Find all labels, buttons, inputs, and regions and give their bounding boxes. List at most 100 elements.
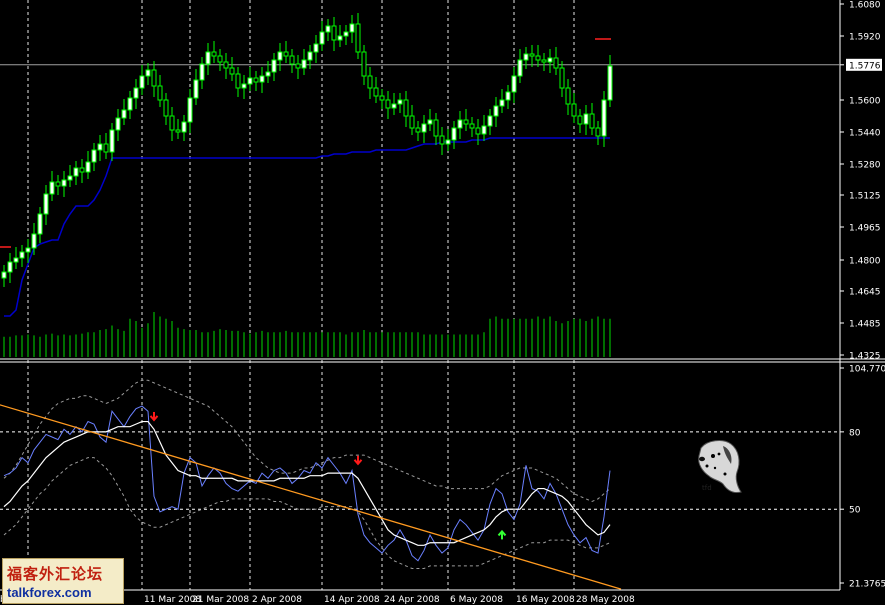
watermark-site-text: talkforex.com	[7, 585, 92, 600]
bull-candle	[67, 175, 73, 181]
bear-candle	[361, 51, 367, 77]
bull-candle	[121, 109, 127, 119]
bear-candle	[589, 113, 595, 129]
bull-candle	[325, 25, 331, 33]
bull-candle	[91, 149, 97, 163]
svg-text:tfd: tfd	[702, 484, 712, 492]
rsi-tick-label: 80	[849, 428, 861, 438]
bear-candle	[289, 55, 295, 65]
bull-candle	[97, 143, 103, 151]
bear-candle	[463, 119, 469, 125]
watermark-chinese-text: 福客外汇论坛	[7, 565, 104, 583]
rsi-line	[3, 405, 611, 562]
bear-candle	[175, 129, 181, 133]
bull-candle	[517, 59, 523, 77]
bear-candle	[331, 25, 337, 41]
bull-candle	[523, 53, 529, 61]
bull-candle	[307, 51, 313, 61]
current-price-label: 1.5776	[849, 61, 881, 71]
bull-candle	[7, 261, 13, 273]
bull-candle	[181, 121, 187, 133]
bull-candle	[349, 23, 355, 33]
bull-candle	[277, 51, 283, 61]
price-tick-label: 1.5440	[849, 129, 881, 139]
bull-candle	[301, 59, 307, 69]
bear-candle	[595, 127, 601, 137]
bull-candle	[343, 31, 349, 37]
bull-candle	[205, 51, 211, 65]
bull-candle	[499, 99, 505, 107]
time-label: 2 Apr 2008	[252, 595, 302, 605]
bull-candle	[19, 251, 25, 259]
bear-candle	[577, 115, 583, 125]
bear-candle	[211, 51, 217, 57]
price-tick-label: 1.4645	[849, 288, 881, 298]
bull-candle	[73, 167, 79, 177]
grid	[0, 0, 885, 591]
bull-candle	[601, 99, 607, 137]
bear-candle	[475, 127, 481, 135]
bear-candle	[295, 63, 301, 69]
bull-candle	[259, 75, 265, 83]
bear-candle	[235, 73, 241, 89]
bear-candle	[283, 51, 289, 57]
bear-candle	[385, 99, 391, 109]
bear-candle	[553, 57, 559, 69]
bull-candle	[607, 65, 613, 101]
price-tick-label: 1.5920	[849, 33, 881, 43]
time-label: 21 Mar 2008	[192, 595, 249, 605]
bear-candle	[529, 53, 535, 57]
forum-watermark: 福客外汇论坛 talkforex.com	[2, 558, 124, 604]
arrow-up-icon	[497, 529, 507, 540]
bear-candle	[223, 61, 229, 69]
time-label: 14 Apr 2008	[324, 595, 380, 605]
price-tick-label: 1.4965	[849, 224, 881, 234]
bull-candle	[13, 257, 19, 263]
bull-candle	[109, 129, 115, 153]
bull-candle	[247, 77, 253, 85]
bull-candle	[583, 113, 589, 125]
bull-candle	[139, 75, 145, 89]
arrow-down-icon	[353, 455, 363, 466]
dog-logo-icon: tfd	[693, 438, 745, 496]
time-label: 6 May 2008	[450, 595, 503, 605]
bull-candle	[457, 119, 463, 129]
rsi-upper-band	[3, 379, 611, 503]
bear-candle	[565, 87, 571, 105]
chart-canvas: 1.6080 1.5920 1.5776 1.5600 1.5440 1.5280 1.51…	[0, 0, 885, 605]
bull-candle	[193, 79, 199, 99]
bear-candle	[169, 115, 175, 131]
bull-candle	[421, 123, 427, 133]
trailing-stop-line	[4, 137, 610, 317]
price-tick-label: 1.4485	[849, 320, 881, 330]
time-label: 16 May 2008	[516, 595, 575, 605]
bull-candle	[271, 59, 277, 73]
bull-candle	[265, 71, 271, 77]
bull-candle	[451, 127, 457, 141]
bull-candle	[241, 83, 247, 89]
bear-candle	[55, 181, 61, 187]
bear-candle	[541, 59, 547, 63]
bear-candle	[151, 69, 157, 87]
rsi-tick-label: 50	[849, 506, 861, 516]
rsi-tick-label: 104.7700	[849, 365, 885, 375]
bull-candle	[481, 125, 487, 135]
bear-candle	[559, 67, 565, 89]
volume-bars	[3, 312, 611, 357]
bull-candle	[31, 233, 37, 249]
bear-candle	[535, 55, 541, 61]
bull-candle	[397, 99, 403, 105]
candlesticks	[1, 13, 613, 287]
bull-candle	[187, 97, 193, 123]
bull-candle	[115, 117, 121, 131]
rsi-signal-line	[3, 420, 611, 546]
bear-candle	[217, 55, 223, 63]
price-tick-label: 1.4800	[849, 257, 881, 267]
bear-candle	[157, 85, 163, 101]
bull-candle	[313, 43, 319, 53]
bull-candle	[391, 103, 397, 109]
bear-candle	[571, 103, 577, 117]
bear-candle	[103, 143, 109, 153]
bear-candle	[163, 99, 169, 117]
price-tick-label: 1.5125	[849, 192, 881, 202]
